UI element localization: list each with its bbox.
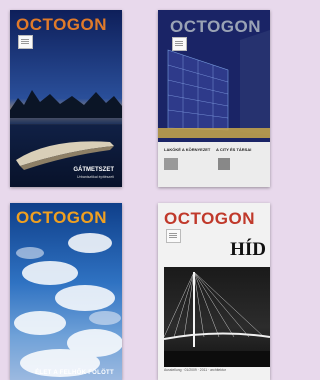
octogon-logo: OCTOGON [170,18,270,52]
magazine-cover-4[interactable]: OCTOGON HÍD Ausstellung · 01/2009 · 2011… [158,203,270,380]
magazine-cover-2[interactable]: OCTOGON LAKÓKÉ A KÖRNYEZET A CITY ÉS TÁR… [158,10,270,187]
cover-4-photo [164,267,270,367]
logo-box-icon [172,37,187,51]
logo-box-icon [166,229,181,243]
cover-4-masthead: HÍD [230,239,266,260]
cover-2-caption-left: LAKÓKÉ A KÖRNYEZET [164,147,211,152]
magazine-cover-1[interactable]: OCTOGON GÁTMETSZET Urbanisztikai építész… [10,10,122,187]
cover-1-subtitle: Urbanisztikai építészeti [77,175,114,179]
octogon-logo: OCTOGON [16,208,108,227]
bridge-illustration [164,271,270,367]
cover-4-footer: Ausstellung · 01/2009 · 2011 · architekt… [164,368,226,372]
magazine-cover-3[interactable]: OCTOGON ÉLET A FELHŐK FÖLÖTT [10,203,122,380]
cover-1-title: GÁTMETSZET [73,167,114,173]
cover-3-photo [14,233,122,377]
cover-3-title: ÉLET A FELHŐK FÖLÖTT [35,370,114,376]
cover-2-caption-right: A CITY ÉS TÁRSAI [216,147,252,152]
logo-box-icon [18,35,33,49]
octogon-logo: OCTOGON [16,16,122,50]
